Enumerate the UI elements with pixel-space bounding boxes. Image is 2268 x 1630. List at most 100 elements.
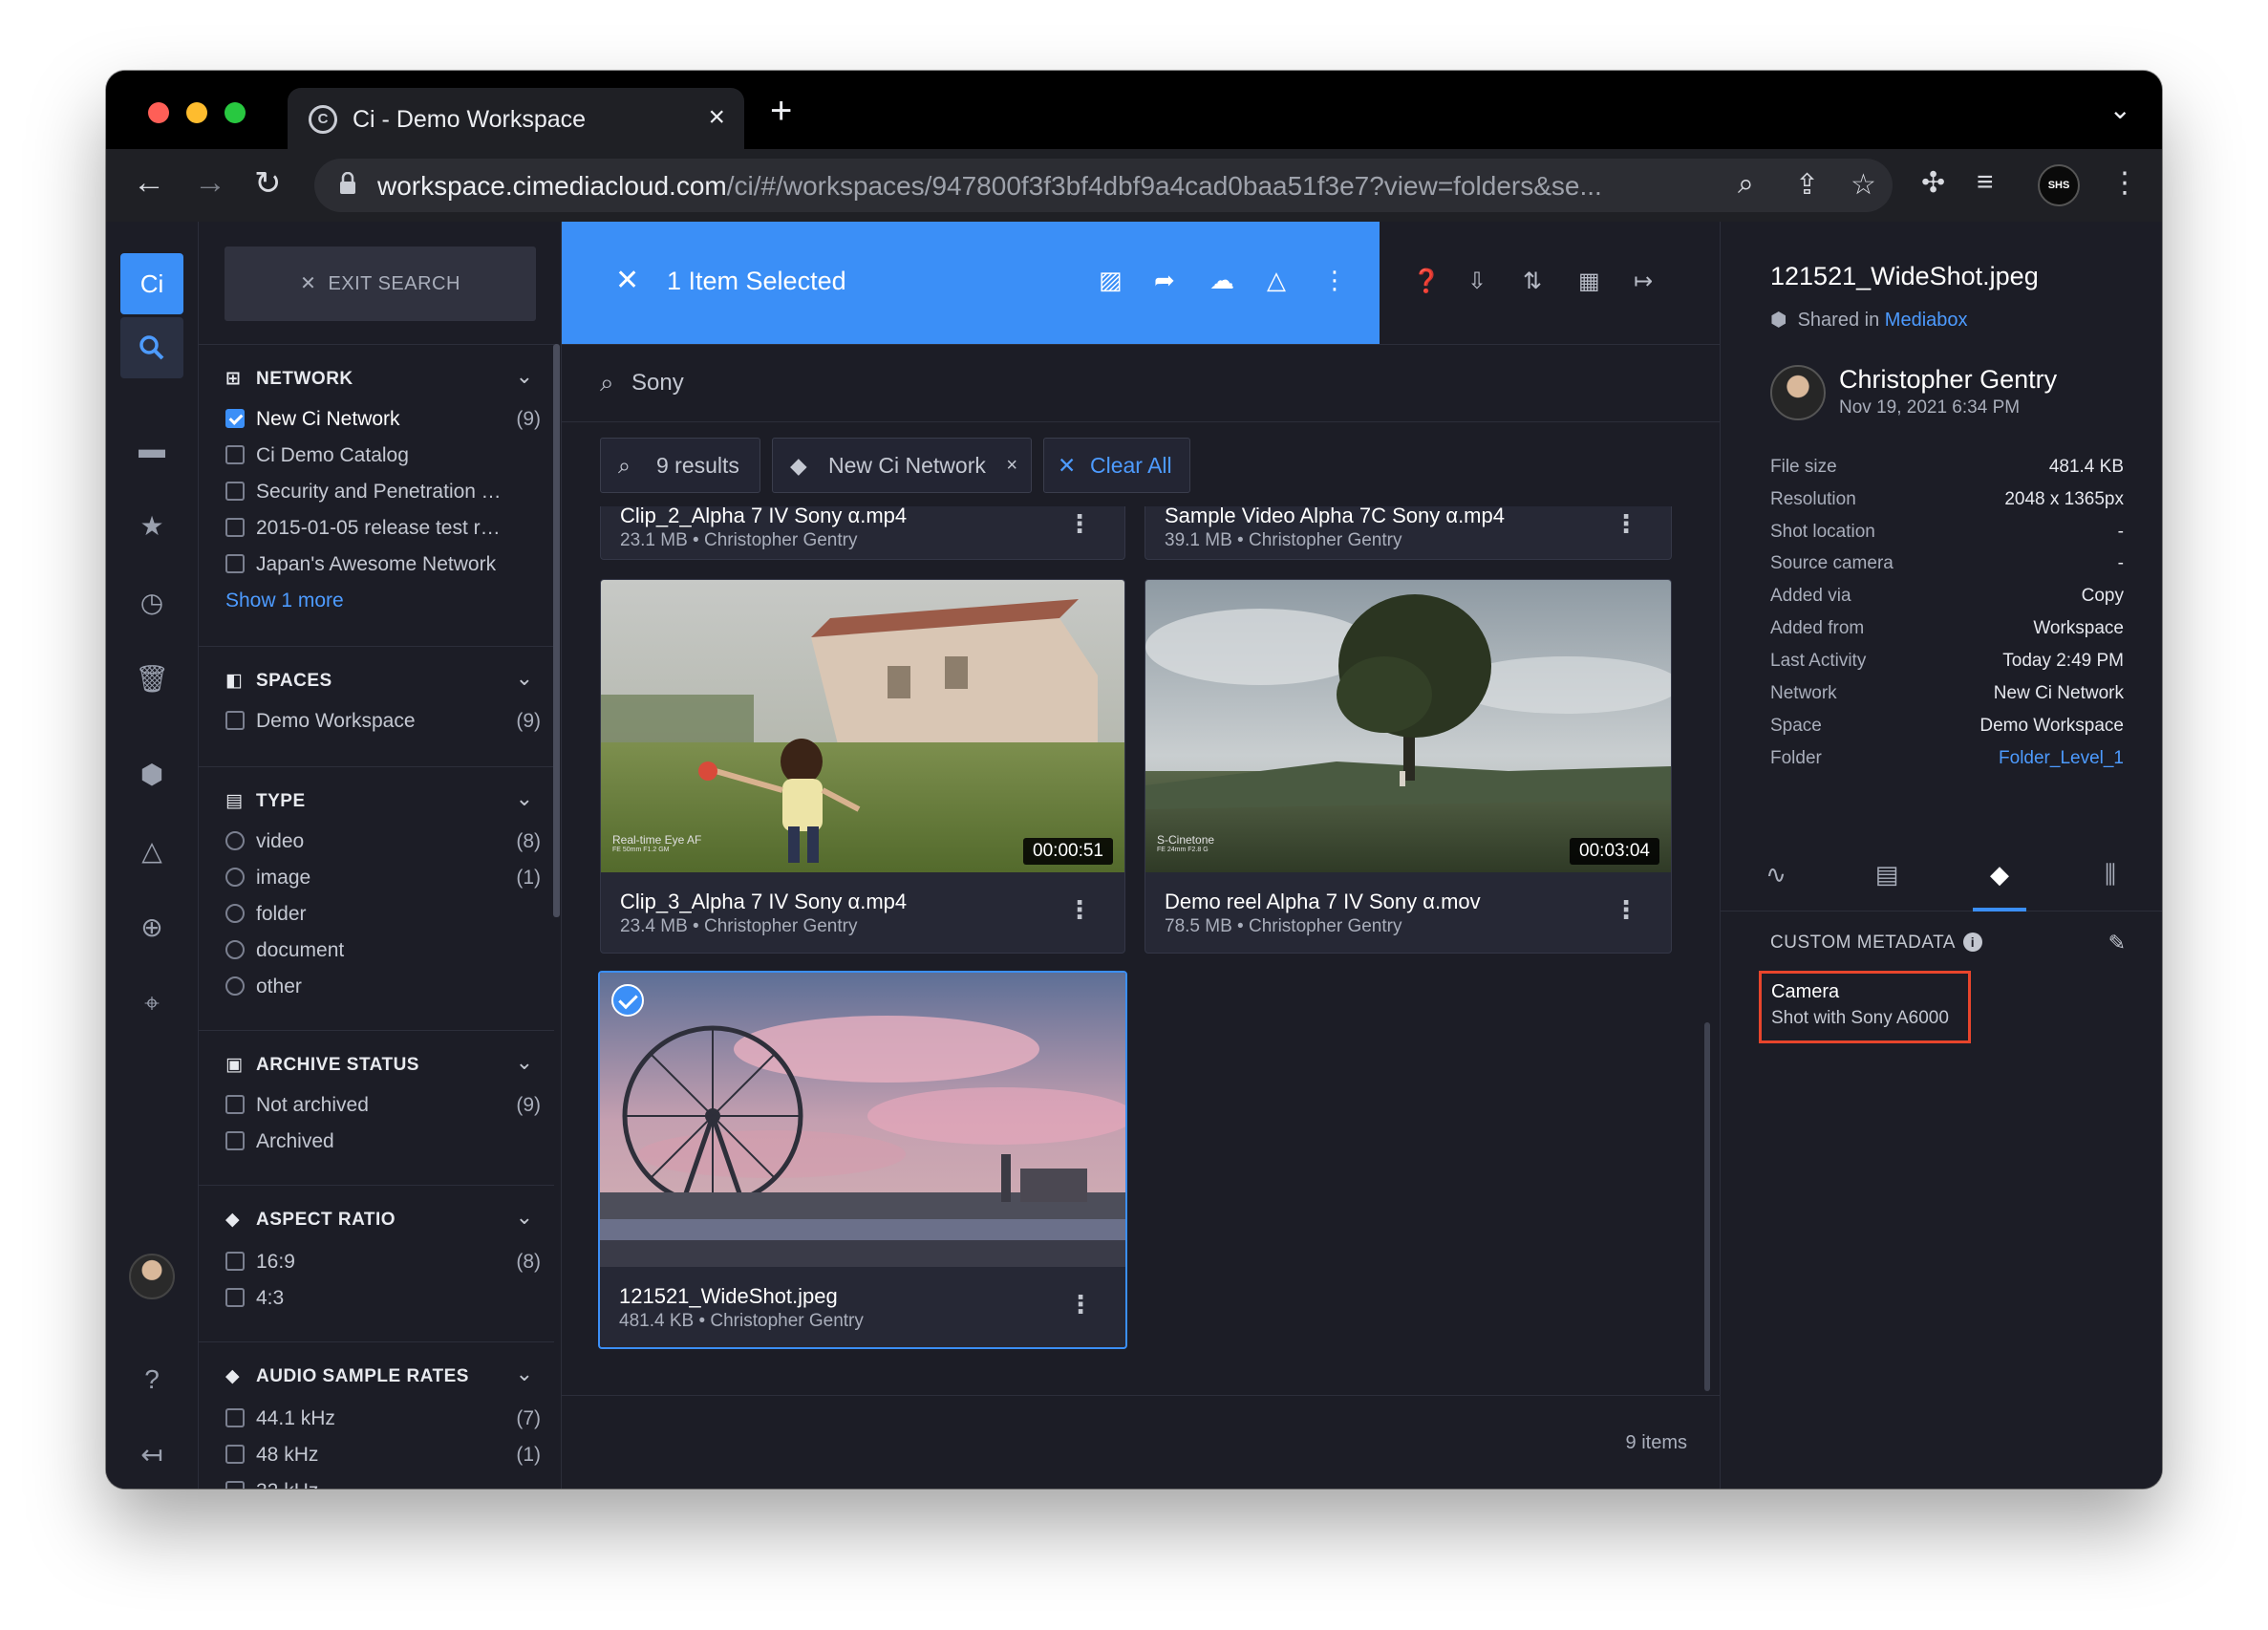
filter-option[interactable]: Archived (225, 1130, 541, 1153)
filter-option[interactable]: 32 kHz (225, 1480, 541, 1489)
share-arrow-icon[interactable]: ➦ (1154, 266, 1175, 295)
show-more-link[interactable]: Show 1 more (225, 590, 344, 612)
asset-card-selected[interactable]: 121521_WideShot.jpeg 481.4 KB • Christop… (598, 971, 1127, 1349)
filter-option[interactable]: Japan's Awesome Network (225, 553, 541, 576)
tab-search-chevron-icon[interactable]: ⌄ (2109, 94, 2131, 125)
tab-info[interactable]: ▤ (1839, 860, 1935, 890)
filter-option[interactable]: 4:3 (225, 1287, 541, 1310)
info-icon[interactable]: i (1962, 933, 1982, 952)
filter-option[interactable]: document (225, 939, 541, 962)
user-avatar[interactable] (129, 1254, 175, 1299)
filter-option[interactable]: folder (225, 903, 541, 926)
more-vert-icon[interactable]: ⋮ (1067, 509, 1092, 539)
new-tab-icon[interactable]: + (770, 90, 792, 133)
radio[interactable] (225, 940, 245, 959)
ci-logo-icon[interactable]: Ci (120, 253, 183, 314)
more-vert-icon[interactable]: ⋮ (1614, 509, 1638, 539)
radio[interactable] (225, 904, 245, 923)
trash-nav-icon[interactable]: 🗑 (120, 648, 183, 709)
search-bar[interactable]: ⌕ Sony (562, 344, 1720, 422)
checkbox[interactable] (225, 1288, 245, 1307)
cloud-download-icon[interactable]: ☁ (1209, 266, 1234, 295)
help-nav-icon[interactable]: ? (120, 1349, 183, 1410)
main-scrollbar[interactable] (1704, 1022, 1710, 1391)
extensions-icon[interactable]: ✣ (1921, 166, 1945, 200)
chevron-down-icon[interactable]: ⌄ (516, 1362, 533, 1386)
tab-metadata[interactable]: ◆ (1952, 860, 2047, 912)
cube-nav-icon[interactable]: ⬢ (120, 743, 183, 804)
filter-option[interactable]: image (1) (225, 867, 541, 890)
filter-option[interactable]: Demo Workspace (9) (225, 710, 541, 733)
checkbox[interactable] (225, 409, 245, 428)
filter-option[interactable]: Ci Demo Catalog (225, 444, 541, 467)
profile-avatar[interactable]: SHS (2038, 164, 2080, 206)
file-download-icon[interactable]: ⇩ (1467, 268, 1487, 295)
maximize-window-button[interactable] (225, 102, 246, 123)
chevron-down-icon[interactable]: ⌄ (516, 666, 533, 691)
filter-option[interactable]: 16:9 (8) (225, 1251, 541, 1274)
filter-option[interactable]: other (225, 976, 541, 998)
chevron-down-icon[interactable]: ⌄ (516, 1050, 533, 1075)
download-nav-icon[interactable]: ⊕ (120, 896, 183, 957)
filter-option[interactable]: New Ci Network (9) (225, 408, 541, 431)
more-vert-icon[interactable]: ⋮ (1614, 895, 1638, 925)
export-icon[interactable]: ↦ (1634, 268, 1653, 295)
radio[interactable] (225, 976, 245, 996)
media-control-icon[interactable]: ≡ (1977, 166, 1994, 199)
asset-card[interactable]: S-Cinetone FE 24mm F2.8 G 00:03:04 Demo r… (1145, 579, 1672, 954)
minimize-window-button[interactable] (186, 102, 207, 123)
bookmark-star-icon[interactable]: ☆ (1851, 168, 1876, 202)
reload-icon[interactable]: ↻ (254, 164, 282, 203)
filter-option[interactable]: Not archived (9) (225, 1094, 541, 1117)
browser-menu-icon[interactable]: ⋮ (2110, 166, 2139, 200)
selected-check-icon[interactable] (611, 984, 644, 1017)
address-bar[interactable]: workspace.cimediacloud.com/ci/#/workspac… (314, 159, 1893, 212)
tab-close-icon[interactable]: × (708, 101, 725, 134)
checkbox[interactable] (225, 482, 245, 501)
filter-option[interactable]: 48 kHz (1) (225, 1444, 541, 1467)
star-nav-icon[interactable]: ★ (120, 495, 183, 556)
asset-card[interactable]: Sample Video Alpha 7C Sony α.mp4 39.1 MB… (1145, 506, 1672, 560)
checkbox[interactable] (225, 1252, 245, 1271)
tab-settings[interactable]: ⫼ (2063, 860, 2158, 890)
more-vert-icon[interactable]: ⋮ (1322, 266, 1347, 295)
zoom-icon[interactable]: ⌕ (1738, 168, 1754, 201)
more-vert-icon[interactable]: ⋮ (1067, 895, 1092, 925)
chevron-down-icon[interactable]: ⌄ (516, 364, 533, 389)
search-nav-icon[interactable] (120, 317, 183, 378)
filter-scrollbar[interactable] (553, 344, 560, 917)
network-chip[interactable]: ◆ New Ci Network × (772, 438, 1032, 493)
remove-chip-icon[interactable]: × (1006, 439, 1017, 492)
filter-option[interactable]: video (8) (225, 830, 541, 853)
deselect-close-icon[interactable]: ✕ (615, 264, 639, 297)
clear-all-button[interactable]: ✕ Clear All (1043, 438, 1190, 493)
checkbox[interactable] (225, 554, 245, 573)
checkbox[interactable] (225, 445, 245, 464)
filter-option[interactable]: 2015-01-05 release test ren... (225, 517, 541, 540)
radio[interactable] (225, 868, 245, 887)
chevron-down-icon[interactable]: ⌄ (516, 1205, 533, 1230)
sort-icon[interactable]: ⇅ (1523, 268, 1542, 295)
share-icon[interactable]: ⇪ (1795, 168, 1819, 202)
image-icon[interactable]: ▨ (1099, 266, 1123, 295)
cloud-nav-icon[interactable]: △ (120, 820, 183, 881)
drive-icon[interactable]: △ (1267, 266, 1286, 295)
folder-link[interactable]: Folder_Level_1 (1999, 748, 2124, 769)
collapse-nav-icon[interactable]: ↤ (120, 1424, 183, 1485)
search-input[interactable]: Sony (631, 370, 684, 397)
help-icon[interactable]: ❓ (1412, 268, 1441, 295)
checkbox[interactable] (225, 518, 245, 537)
checkbox[interactable] (225, 711, 245, 730)
radio[interactable] (225, 831, 245, 850)
edit-pencil-icon[interactable]: ✎ (2108, 931, 2126, 955)
checkbox[interactable] (225, 1481, 245, 1489)
chevron-down-icon[interactable]: ⌄ (516, 786, 533, 811)
checkbox[interactable] (225, 1445, 245, 1464)
exit-search-button[interactable]: ✕ EXIT SEARCH (225, 247, 536, 321)
clock-nav-icon[interactable]: ◷ (120, 571, 183, 633)
checkbox[interactable] (225, 1408, 245, 1427)
forward-arrow-icon[interactable]: → (194, 164, 226, 202)
checkbox[interactable] (225, 1131, 245, 1150)
filter-option[interactable]: 44.1 kHz (7) (225, 1407, 541, 1430)
asset-card[interactable]: Clip_2_Alpha 7 IV Sony α.mp4 23.1 MB • C… (600, 506, 1125, 560)
